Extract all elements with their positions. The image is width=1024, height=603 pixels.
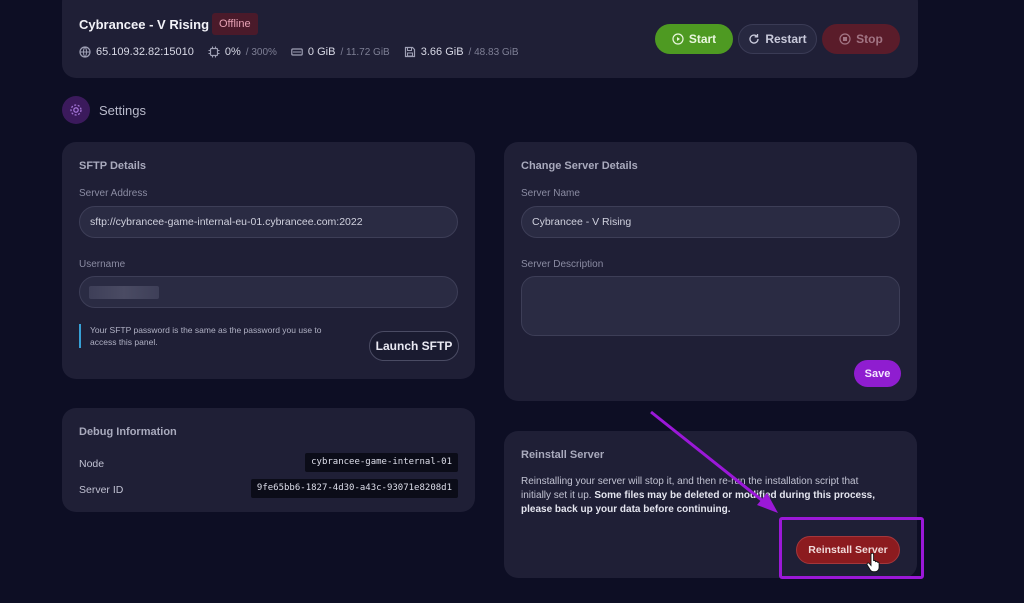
server-address-field[interactable]: sftp://cybrancee-game-internal-eu-01.cyb… [79, 206, 458, 238]
redacted-username [89, 286, 159, 299]
stat-cpu: 0% / 300% [208, 46, 277, 58]
settings-heading: Settings [62, 96, 146, 124]
server-address: 65.109.32.82:15010 [96, 46, 194, 58]
launch-sftp-button[interactable]: Launch SFTP [369, 331, 459, 361]
hand-cursor-icon [866, 553, 880, 573]
disk-icon [404, 46, 415, 58]
restart-icon [749, 34, 759, 44]
globe-icon [79, 46, 91, 58]
server-address-label: Server Address [79, 188, 148, 199]
server-description-input[interactable] [521, 276, 900, 336]
sftp-title: SFTP Details [79, 160, 147, 172]
node-label: Node [79, 458, 105, 470]
username-field[interactable] [79, 276, 458, 308]
stop-icon [839, 33, 851, 45]
memory-icon [291, 48, 303, 56]
cpu-max: / 300% [245, 46, 277, 58]
stop-button[interactable]: Stop [822, 24, 900, 54]
reinstall-description: Reinstalling your server will stop it, a… [521, 475, 881, 517]
save-button[interactable]: Save [854, 360, 901, 387]
disk-max: / 48.83 GiB [468, 46, 519, 58]
server-name-input[interactable]: Cybrancee - V Rising [521, 206, 900, 238]
debug-card: Debug Information Node cybrancee-game-in… [62, 408, 475, 512]
server-header-card: Cybrancee - V Rising Offline 65.109.32.8… [62, 0, 918, 78]
server-details-card: Change Server Details Server Name Cybran… [504, 142, 917, 401]
start-label: Start [688, 32, 717, 46]
server-id-label: Server ID [79, 484, 124, 496]
restart-label: Restart [765, 32, 807, 46]
memory-max: / 11.72 GiB [340, 46, 390, 58]
username-label: Username [79, 259, 126, 270]
settings-title: Settings [99, 102, 146, 118]
server-id-value: 9fe65bb6-1827-4d30-a43c-93071e8208d1 [250, 479, 458, 498]
highlight-box [779, 517, 924, 579]
sftp-password-note: Your SFTP password is the same as the pa… [79, 324, 343, 348]
play-icon [672, 33, 684, 45]
reinstall-title: Reinstall Server [521, 449, 605, 461]
server-stats: 65.109.32.82:15010 0% / 300% 0 GiB / 11.… [79, 46, 519, 58]
gear-icon [62, 96, 90, 124]
stat-memory: 0 GiB / 11.72 GiB [291, 46, 390, 58]
restart-button[interactable]: Restart [738, 24, 817, 54]
start-button[interactable]: Start [655, 24, 733, 54]
server-description-label: Server Description [521, 259, 604, 270]
stop-label: Stop [856, 32, 883, 46]
cpu-value: 0% [224, 46, 241, 58]
status-badge: Offline [212, 13, 258, 35]
cpu-icon [208, 46, 220, 58]
server-name-label: Server Name [521, 188, 580, 199]
server-name: Cybrancee - V Rising [79, 17, 210, 32]
sftp-card: SFTP Details Server Address sftp://cybra… [62, 142, 475, 379]
details-title: Change Server Details [521, 160, 638, 172]
debug-title: Debug Information [79, 426, 177, 438]
memory-value: 0 GiB [307, 46, 336, 58]
node-value: cybrancee-game-internal-01 [305, 453, 458, 472]
stat-address: 65.109.32.82:15010 [79, 46, 194, 58]
stat-disk: 3.66 GiB / 48.83 GiB [404, 46, 519, 58]
disk-value: 3.66 GiB [420, 46, 464, 58]
